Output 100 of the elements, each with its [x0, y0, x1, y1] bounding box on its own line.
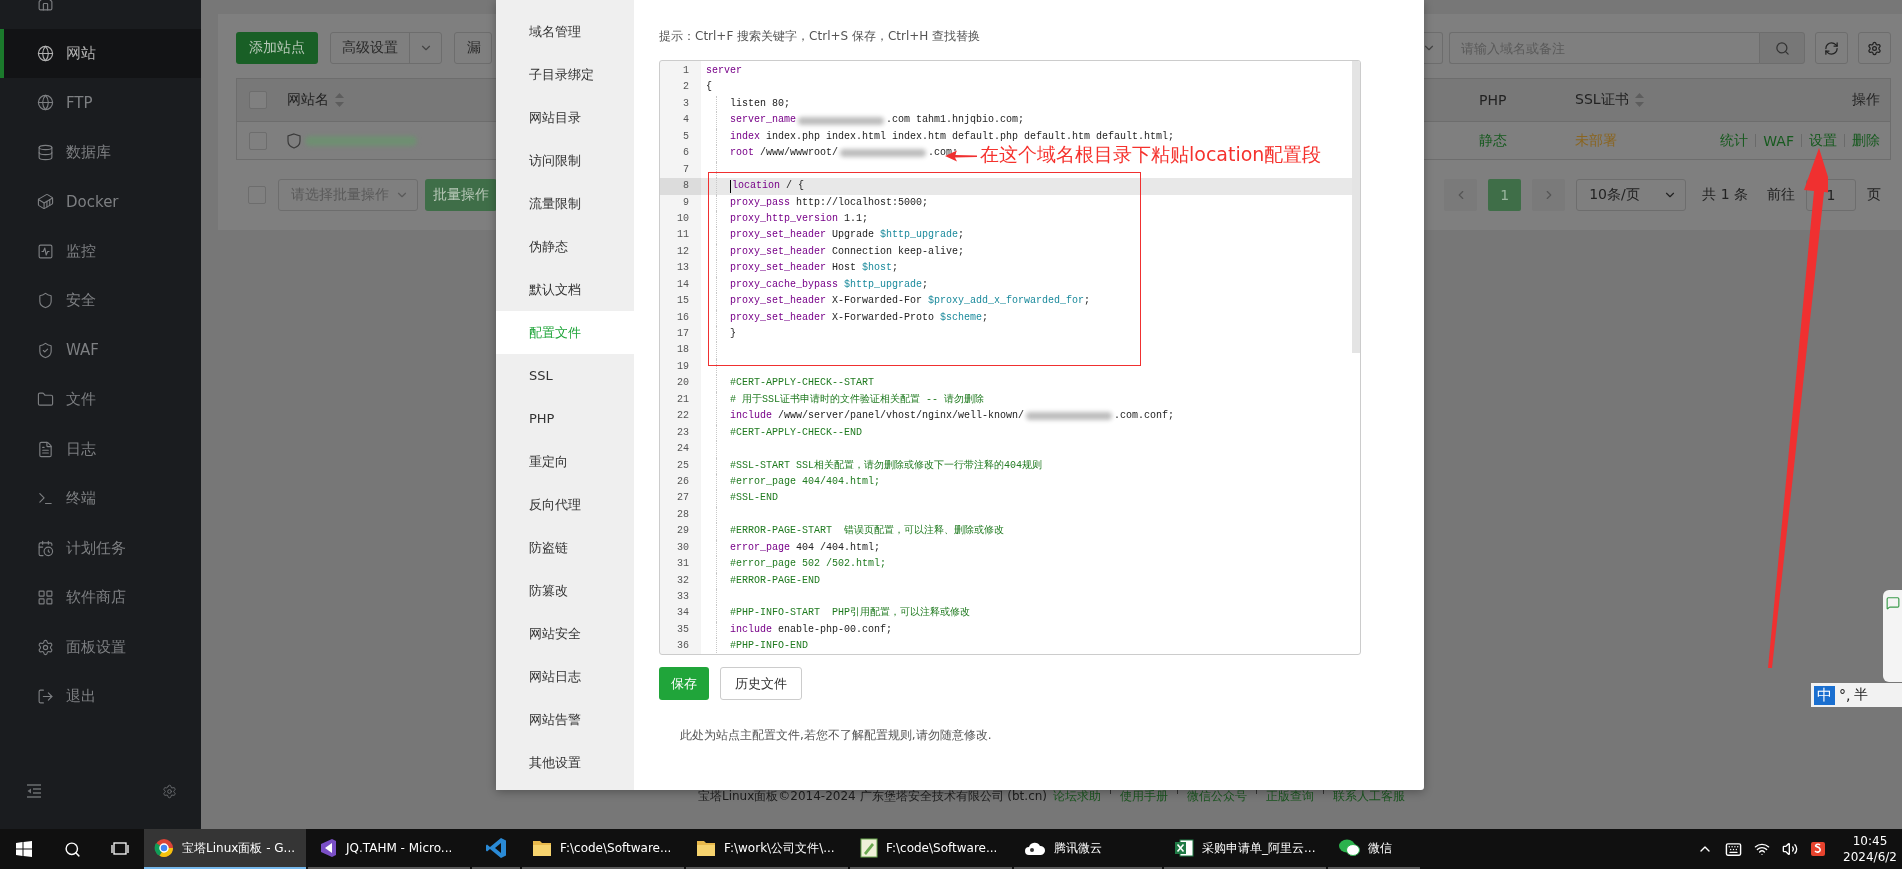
batch-button[interactable]: 批量操作: [425, 179, 497, 211]
nav-item[interactable]: 计划任务: [0, 523, 201, 573]
taskbar-app[interactable]: 腾讯微云: [1014, 829, 1162, 869]
code-line: include /www/server/panel/vhost/nginx/well-known/ .com.conf;: [730, 409, 1175, 424]
refresh-icon: [1824, 40, 1839, 56]
volume-icon[interactable]: [1782, 841, 1798, 857]
line-number: 15: [676, 294, 690, 309]
code-line: include enable-php-00.conf;: [730, 622, 893, 637]
taskbar-app[interactable]: 采购申请单_阿里云...: [1164, 829, 1326, 869]
taskbar-app[interactable]: JQ.TAHM - Micro...: [308, 829, 470, 869]
nav-item[interactable]: 监控: [0, 226, 201, 276]
code-editor[interactable]: [659, 60, 1361, 655]
nav-item[interactable]: 面板设置: [0, 622, 201, 672]
code-line: #PHP-INFO-START PHP引用配置，可以注释或修改: [730, 605, 971, 621]
settings-tab[interactable]: SSL: [496, 354, 634, 397]
chat-icon: [1338, 838, 1360, 858]
column-header: PHP: [1479, 92, 1507, 108]
taskbar-app[interactable]: 微信: [1328, 829, 1420, 869]
line-number: 26: [676, 474, 690, 489]
settings-tab[interactable]: 网站告警: [496, 698, 634, 741]
code-line: }: [730, 327, 736, 341]
nav-item[interactable]: 网站: [0, 28, 201, 78]
refresh-button[interactable]: [1815, 32, 1848, 64]
code-line: proxy_cache_bypass $http_upgrade;: [730, 277, 929, 292]
settings-button[interactable]: [1858, 32, 1891, 64]
side-widget[interactable]: [1883, 590, 1902, 682]
code-line: #error_page 404/404.html;: [730, 474, 881, 489]
line-number: 19: [676, 359, 690, 374]
warning-note: 此处为站点主配置文件,若您不了解配置规则,请勿随意修改.: [679, 727, 993, 744]
nav-item[interactable]: WAF: [0, 325, 201, 375]
advanced-settings-label[interactable]: 高级设置: [331, 33, 410, 63]
code-line: listen 80;: [730, 96, 790, 111]
text-cursor: [730, 179, 731, 193]
settings-tab[interactable]: 其他设置: [496, 741, 634, 784]
settings-tab[interactable]: 防盗链: [496, 526, 634, 569]
nav-item[interactable]: 文件: [0, 375, 201, 425]
page-button[interactable]: 1: [1488, 179, 1522, 211]
network-icon[interactable]: [1754, 841, 1770, 857]
code-line: proxy_pass http://localhost:5000;: [730, 195, 929, 210]
nav-item[interactable]: 日志: [0, 424, 201, 474]
ime-width[interactable]: 半: [1854, 686, 1869, 704]
line-number: 1: [682, 64, 690, 78]
input-method-icon[interactable]: [1810, 841, 1826, 857]
settings-tab[interactable]: 网站目录: [496, 96, 634, 139]
line-number: 33: [676, 590, 690, 604]
nav-item[interactable]: Docker: [0, 177, 201, 227]
search-icon: [63, 840, 81, 858]
settings-tab[interactable]: 伪静态: [496, 225, 634, 268]
folder-icon: [696, 839, 716, 857]
ime-punctuation[interactable]: °,: [1839, 687, 1851, 703]
settings-tab[interactable]: 流量限制: [496, 182, 634, 225]
settings-tab[interactable]: 子目录绑定: [496, 53, 634, 96]
line-number: 2: [682, 80, 690, 95]
settings-tab[interactable]: 访问限制: [496, 139, 634, 182]
taskbar-app[interactable]: F:\code\Software...: [850, 829, 1012, 869]
taskbar-app[interactable]: F:\work\公司文件\...: [686, 829, 848, 869]
keyboard-icon[interactable]: [1725, 840, 1742, 858]
line-number: 31: [676, 557, 690, 572]
code-line: #SSL-START SSL相关配置，请勿删除或修改下一行带注释的404规则: [730, 458, 1043, 473]
code-line: #ERROR-PAGE-END: [730, 573, 820, 588]
scrollbar[interactable]: [1352, 61, 1360, 353]
line-number: 28: [676, 507, 690, 522]
chat-icon: [1885, 596, 1900, 610]
line-number: 5: [682, 129, 690, 144]
scan-button[interactable]: 漏: [454, 32, 492, 64]
code-line: #CERT-APPLY-CHECK--START: [730, 376, 875, 391]
code-line: server: [706, 64, 742, 78]
add-site-button[interactable]: 添加站点: [236, 32, 318, 64]
nav-item[interactable]: 软件商店: [0, 573, 201, 623]
settings-icon[interactable]: [162, 783, 177, 799]
settings-tab[interactable]: 域名管理: [496, 10, 634, 53]
settings-tab[interactable]: PHP: [496, 397, 634, 440]
nav-item[interactable]: FTP: [0, 78, 201, 128]
settings-tab[interactable]: 配置文件: [496, 311, 634, 354]
settings-tab[interactable]: 网站日志: [496, 655, 634, 698]
settings-tab[interactable]: 重定向: [496, 440, 634, 483]
settings-tab[interactable]: 网站安全: [496, 612, 634, 655]
page-size-select[interactable]: 10条/页: [1576, 179, 1687, 211]
nav-item[interactable]: 终端: [0, 474, 201, 524]
nav-item[interactable]: 退出: [0, 672, 201, 722]
ssl-cell: 未部署: [1575, 131, 1617, 150]
column-header: 网站名: [287, 91, 329, 109]
taskbar-app[interactable]: F:\code\Software...: [522, 829, 684, 869]
windows-icon: [16, 841, 32, 857]
taskbar-app[interactable]: 宝塔Linux面板 - G...: [144, 829, 306, 869]
collapse-icon[interactable]: [26, 784, 42, 798]
line-number: 16: [676, 310, 690, 325]
house-icon: [37, 0, 54, 13]
settings-tab[interactable]: 默认文档: [496, 268, 634, 311]
document-icon: [37, 440, 54, 458]
ime-mode[interactable]: 中: [1814, 685, 1835, 705]
advanced-settings-button[interactable]: 高级设置: [330, 32, 442, 64]
settings-tab[interactable]: 反向代理: [496, 483, 634, 526]
save-button[interactable]: 保存: [659, 667, 709, 700]
line-number: 17: [676, 327, 690, 341]
nav-item[interactable]: 安全: [0, 276, 201, 326]
code-line: index index.php index.html index.htm default.php default.htm default.html;: [730, 129, 1175, 144]
history-button[interactable]: 历史文件: [720, 667, 802, 700]
settings-tab[interactable]: 防篡改: [496, 569, 634, 612]
nav-item[interactable]: 数据库: [0, 127, 201, 177]
